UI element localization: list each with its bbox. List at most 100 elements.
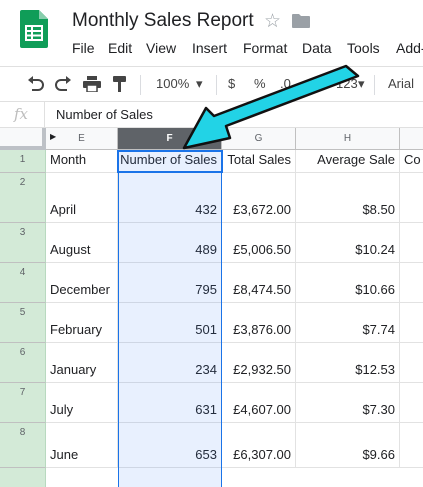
cell-h7[interactable]: $7.30 <box>296 383 400 423</box>
row-header-7[interactable]: 7 <box>0 383 46 423</box>
cell-h2[interactable]: $8.50 <box>296 173 400 223</box>
cell-value: $10.66 <box>355 282 395 297</box>
cell-h6[interactable]: $12.53 <box>296 343 400 383</box>
undo-icon[interactable] <box>26 76 44 92</box>
cell-value: 795 <box>195 282 217 297</box>
cell-g6[interactable]: £2,932.50 <box>222 343 296 383</box>
cell-e7[interactable]: July <box>46 383 118 423</box>
cell-value: $8.50 <box>362 202 395 217</box>
sheets-logo-icon[interactable] <box>20 10 48 48</box>
cell-e4[interactable]: December <box>46 263 118 303</box>
column-header-h[interactable]: H <box>296 128 400 150</box>
cell-f3[interactable]: 489 <box>118 223 222 263</box>
cell-f4[interactable]: 795 <box>118 263 222 303</box>
cell-value: 501 <box>195 322 217 337</box>
column-expand-icon[interactable]: ▶ <box>50 132 56 141</box>
select-all-corner[interactable] <box>0 128 46 150</box>
cell-value: January <box>50 362 97 377</box>
cell-i3[interactable] <box>400 223 423 263</box>
cell-h1[interactable]: Average Sale <box>296 150 400 173</box>
column-header-g[interactable]: G <box>222 128 296 150</box>
cell-f5[interactable]: 501 <box>118 303 222 343</box>
cell-h5[interactable]: $7.74 <box>296 303 400 343</box>
cell-f8[interactable]: 653 <box>118 423 222 468</box>
more-formats-dropdown-icon[interactable]: ▾ <box>358 76 365 92</box>
cell-e8[interactable]: June <box>46 423 118 468</box>
cell-value: Average Sale <box>317 152 395 167</box>
cell-i4[interactable] <box>400 263 423 303</box>
column-header-e[interactable]: E <box>46 128 118 150</box>
menu-file[interactable]: File <box>72 40 95 56</box>
column-header-f[interactable]: F <box>118 128 222 150</box>
cell-g4[interactable]: £8,474.50 <box>222 263 296 303</box>
row-header-empty[interactable] <box>0 468 46 487</box>
row-header-2[interactable]: 2 <box>0 173 46 223</box>
star-icon[interactable]: ☆ <box>264 10 281 33</box>
cell-g5[interactable]: £3,876.00 <box>222 303 296 343</box>
cell-value: February <box>50 322 103 337</box>
cell-h8[interactable]: $9.66 <box>296 423 400 468</box>
paint-format-icon[interactable] <box>112 76 128 92</box>
cell-e5[interactable]: February <box>46 303 118 343</box>
cell-value: 432 <box>195 202 217 217</box>
menu-tools[interactable]: Tools <box>347 40 380 56</box>
cell-g7[interactable]: £4,607.00 <box>222 383 296 423</box>
row-header-1[interactable]: 1 <box>0 150 46 173</box>
cell-value: Total Sales <box>227 152 291 167</box>
percent-format-button[interactable]: % <box>254 76 266 91</box>
row-header-8[interactable]: 8 <box>0 423 46 468</box>
cell-value: April <box>50 202 77 217</box>
cell-i1[interactable]: Co <box>400 150 423 173</box>
cell-h3[interactable]: $10.24 <box>296 223 400 263</box>
currency-format-button[interactable]: $ <box>228 76 235 91</box>
more-formats-button[interactable]: 123 <box>336 76 358 91</box>
cell-f1[interactable]: Number of Sales <box>118 150 222 173</box>
row-header-3[interactable]: 3 <box>0 223 46 263</box>
cell-i5[interactable] <box>400 303 423 343</box>
decrease-decimal-button[interactable]: .0 <box>280 76 291 91</box>
cell-h4[interactable]: $10.66 <box>296 263 400 303</box>
cell-value: £5,006.50 <box>233 242 291 257</box>
zoom-dropdown-icon[interactable]: ▾ <box>196 76 203 92</box>
menu-format[interactable]: Format <box>243 40 287 56</box>
cell-f6[interactable]: 234 <box>118 343 222 383</box>
menu-view[interactable]: View <box>146 40 176 56</box>
cell-value: August <box>50 242 91 257</box>
menu-insert[interactable]: Insert <box>192 40 227 56</box>
cell-value: 234 <box>195 362 217 377</box>
cell-g8[interactable]: £6,307.00 <box>222 423 296 468</box>
cell-f2[interactable]: 432 <box>118 173 222 223</box>
cell-i7[interactable] <box>400 383 423 423</box>
folder-icon[interactable] <box>292 14 310 28</box>
column-header-i[interactable]: I <box>400 128 423 150</box>
menu-addons[interactable]: Add- <box>396 40 423 56</box>
formula-divider <box>44 102 45 128</box>
menu-data[interactable]: Data <box>302 40 332 56</box>
menu-edit[interactable]: Edit <box>108 40 132 56</box>
cell-f7[interactable]: 631 <box>118 383 222 423</box>
cell-value: $9.66 <box>362 447 395 462</box>
print-icon[interactable] <box>83 76 101 92</box>
cell-value: July <box>50 402 74 417</box>
formula-input[interactable]: Number of Sales <box>56 107 153 122</box>
redo-icon[interactable] <box>55 76 73 92</box>
font-select[interactable]: Arial <box>388 76 414 91</box>
cell-i2[interactable] <box>400 173 423 223</box>
cell-value: $12.53 <box>355 362 395 377</box>
cell-value: Month <box>50 152 87 167</box>
row-header-4[interactable]: 4 <box>0 263 46 303</box>
cell-value: £8,474.50 <box>233 282 291 297</box>
cell-e1[interactable]: Month <box>46 150 118 173</box>
cell-e2[interactable]: April <box>46 173 118 223</box>
cell-i8[interactable] <box>400 423 423 468</box>
document-title[interactable]: Monthly Sales Report <box>72 10 254 32</box>
cell-e3[interactable]: August <box>46 223 118 263</box>
row-header-5[interactable]: 5 <box>0 303 46 343</box>
cell-g1[interactable]: Total Sales <box>222 150 296 173</box>
zoom-select[interactable]: 100% <box>156 76 189 91</box>
cell-g3[interactable]: £5,006.50 <box>222 223 296 263</box>
cell-i6[interactable] <box>400 343 423 383</box>
cell-e6[interactable]: January <box>46 343 118 383</box>
cell-g2[interactable]: £3,672.00 <box>222 173 296 223</box>
row-header-6[interactable]: 6 <box>0 343 46 383</box>
